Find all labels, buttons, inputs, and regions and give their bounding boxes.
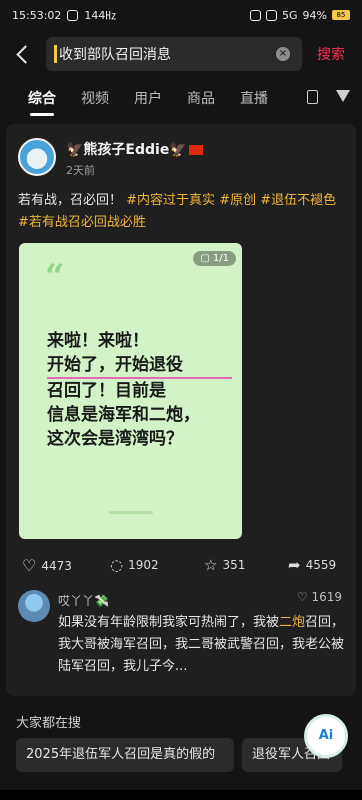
search-bar: 收到部队召回消息 × 搜索	[0, 34, 362, 74]
image-text-line: 召回了！目前是	[47, 381, 166, 401]
china-flag-icon	[188, 145, 203, 155]
search-button[interactable]: 搜索	[317, 44, 345, 64]
clear-icon[interactable]: ×	[276, 47, 290, 61]
ai-assistant-button[interactable]: Ai	[304, 714, 348, 758]
quote-mark-icon: “	[45, 257, 65, 297]
author-avatar[interactable]	[18, 138, 56, 176]
hashtag[interactable]: #内容过于真实	[126, 193, 215, 208]
tab-video[interactable]: 视频	[81, 88, 109, 108]
hot-searches-title: 大家都在搜	[16, 716, 82, 731]
favorite-button[interactable]: ☆ 351	[204, 556, 245, 574]
image-divider	[109, 511, 153, 514]
layout-toggle-icon[interactable]	[307, 90, 318, 104]
hashtag[interactable]: #退伍不褪色	[260, 193, 336, 208]
filter-icon[interactable]	[336, 90, 350, 102]
search-input[interactable]: 收到部队召回消息 ×	[46, 37, 302, 71]
text-cursor	[54, 45, 57, 63]
heart-icon: ♡	[22, 556, 37, 575]
alarm-icon	[250, 9, 262, 21]
comment-keyword[interactable]: 二炮	[279, 615, 305, 630]
comment-text[interactable]: 如果没有年龄限制我家可热闹了，我被二炮召回，我大哥被海军召回，我二哥被武警召回，…	[58, 612, 348, 678]
like-button[interactable]: ♡ 4473	[22, 556, 72, 575]
post-text[interactable]: 若有战，召必回！ #内容过于真实 #原创 #退伍不褪色 #若有战召必回战必胜	[18, 190, 346, 234]
status-bar: 15:53:02 144㎐ 5G 94% 85	[0, 0, 362, 30]
signal-label: 5G	[282, 8, 298, 22]
image-text: 来啦！来啦！ 开始了，开始退役 召回了！目前是 信息是海军和二炮， 这次会是湾湾…	[47, 329, 232, 451]
star-icon: ☆	[204, 556, 218, 574]
post-image[interactable]: ▢ 1/1 “ 来啦！来啦！ 开始了，开始退役 召回了！目前是 信息是海军和二炮…	[19, 243, 242, 539]
tab-products[interactable]: 商品	[187, 88, 215, 108]
status-time: 15:53:02	[12, 8, 62, 22]
hashtag[interactable]: #若有战召必回战必胜	[18, 215, 146, 230]
comment-icon: ◌	[110, 556, 124, 574]
hot-search-chip[interactable]: 2025年退伍军人召回是真的假的	[16, 738, 234, 772]
hashtag[interactable]: #原创	[219, 193, 256, 208]
share-button[interactable]: ➦ 4559	[288, 556, 336, 574]
image-text-line: 信息是海军和二炮，	[47, 405, 200, 425]
battery-icon: 85	[332, 10, 350, 20]
image-text-line: 来啦！来啦！	[47, 331, 149, 351]
back-arrow-icon[interactable]	[14, 44, 34, 64]
tab-live[interactable]: 直播	[240, 88, 268, 108]
comment-button[interactable]: ◌ 1902	[110, 556, 159, 574]
settings-icon	[67, 9, 79, 21]
tab-users[interactable]: 用户	[134, 88, 162, 108]
active-tab-indicator	[30, 113, 54, 116]
tab-general[interactable]: 综合	[28, 88, 56, 108]
post-card[interactable]: 🦅熊孩子Eddie🦅 2天前 若有战，召必回！ #内容过于真实 #原创 #退伍不…	[6, 124, 356, 696]
commenter-avatar[interactable]	[18, 590, 50, 622]
search-query[interactable]: 收到部队召回消息	[59, 44, 171, 64]
image-text-line: 开始了，开始退役	[47, 353, 232, 379]
tab-bar: 综合 视频 用户 商品 直播	[0, 82, 362, 118]
image-text-line: 这次会是湾湾吗？	[47, 429, 183, 449]
author-name[interactable]: 🦅熊孩子Eddie🦅	[66, 139, 203, 159]
wifi-icon	[266, 9, 278, 21]
image-count-badge: ▢ 1/1	[193, 251, 236, 266]
action-bar: ♡ 4473 ◌ 1902 ☆ 351 ➦ 4559	[6, 554, 356, 578]
post-time: 2天前	[66, 164, 95, 177]
battery-percent: 94%	[302, 8, 327, 22]
fps-indicator: 144㎐	[84, 9, 117, 22]
commenter-name[interactable]: 哎丫丫💸	[58, 592, 109, 609]
share-icon: ➦	[288, 556, 301, 574]
comment-like-button[interactable]: ♡ 1619	[297, 590, 342, 604]
navigation-bar	[0, 790, 362, 800]
